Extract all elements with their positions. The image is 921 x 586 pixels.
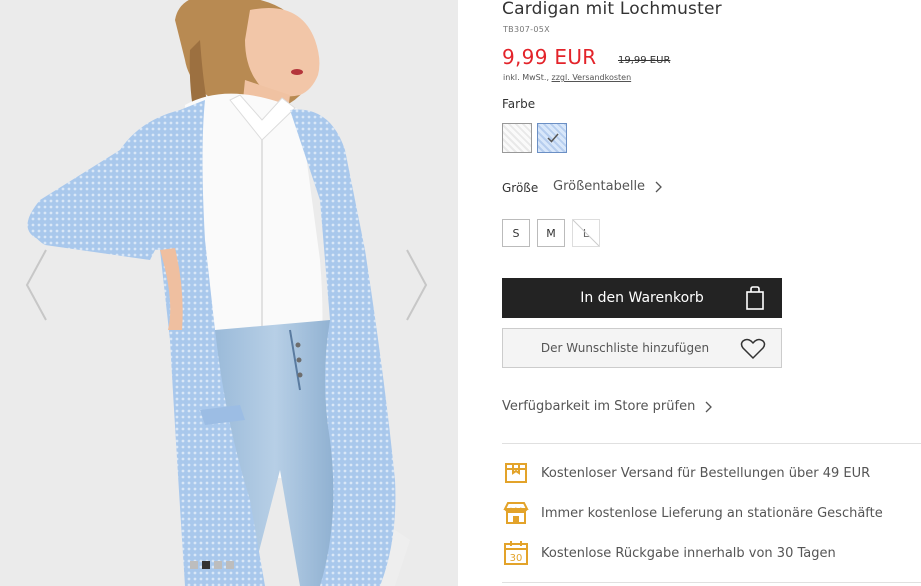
product-image-gallery <box>0 0 458 586</box>
gallery-dot[interactable] <box>190 561 198 569</box>
product-sku: TB307-05X <box>503 25 550 34</box>
benefit-free-returns: 30 Kostenlose Rückgabe innerhalb von 30 … <box>502 539 836 567</box>
size-label: Größe <box>502 181 539 195</box>
gallery-pagination <box>190 561 234 569</box>
calendar-icon-text: 30 <box>510 553 523 564</box>
unavailable-strike-icon <box>573 220 599 246</box>
divider <box>502 443 921 444</box>
gallery-dot-active[interactable] <box>202 561 210 569</box>
store-icon <box>503 502 529 524</box>
size-option-s[interactable]: S <box>502 219 530 247</box>
size-guide-link[interactable]: Größentabelle <box>553 179 663 194</box>
benefit-store-delivery: Immer kostenlose Lieferung an stationäre… <box>502 499 883 527</box>
add-to-wishlist-button[interactable]: Der Wunschliste hinzufügen <box>502 328 782 368</box>
gallery-dot[interactable] <box>226 561 234 569</box>
product-title: Cardigan mit Lochmuster <box>502 0 722 19</box>
gallery-prev-arrow[interactable] <box>24 248 50 322</box>
shopping-bag-icon <box>746 286 764 310</box>
product-photo <box>0 0 458 586</box>
product-info-panel: Cardigan mit Lochmuster TB307-05X 9,99 E… <box>458 0 921 586</box>
color-swatch-white[interactable] <box>502 123 532 153</box>
heart-icon <box>740 338 766 360</box>
add-to-cart-label: In den Warenkorb <box>580 290 704 306</box>
gallery-dot[interactable] <box>214 561 222 569</box>
benefit-text: Kostenloser Versand für Bestellungen übe… <box>541 465 871 481</box>
gallery-next-arrow[interactable] <box>403 248 429 322</box>
size-guide-label: Größentabelle <box>553 179 646 194</box>
shipping-box-icon <box>505 463 527 483</box>
store-availability-label: Verfügbarkeit im Store prüfen <box>502 399 696 414</box>
shipping-costs-link[interactable]: zzgl. Versandkosten <box>552 73 632 82</box>
vat-text: inkl. MwSt., <box>503 73 549 82</box>
chevron-right-icon <box>406 249 428 321</box>
add-to-cart-button[interactable]: In den Warenkorb <box>502 278 782 318</box>
chevron-right-icon <box>705 401 713 412</box>
benefit-free-shipping: Kostenloser Versand für Bestellungen übe… <box>502 459 870 487</box>
divider <box>502 582 921 583</box>
current-price: 9,99 EUR <box>502 45 597 69</box>
size-option-m[interactable]: M <box>537 219 565 247</box>
old-price: 19,99 EUR <box>618 55 671 66</box>
benefit-text: Kostenlose Rückgabe innerhalb von 30 Tag… <box>541 545 836 561</box>
size-option-l-unavailable[interactable]: L <box>572 219 600 247</box>
add-to-wishlist-label: Der Wunschliste hinzufügen <box>540 341 710 355</box>
color-label: Farbe <box>502 97 536 111</box>
store-availability-link[interactable]: Verfügbarkeit im Store prüfen <box>502 399 713 414</box>
vat-note: inkl. MwSt., zzgl. Versandkosten <box>503 73 631 82</box>
chevron-right-icon <box>655 181 662 192</box>
chevron-left-icon <box>25 249 47 321</box>
benefit-text: Immer kostenlose Lieferung an stationäre… <box>541 505 883 521</box>
calendar-30-icon: 30 <box>504 541 528 565</box>
color-swatch-blue-selected[interactable] <box>537 123 567 153</box>
checkmark-icon <box>547 133 559 143</box>
